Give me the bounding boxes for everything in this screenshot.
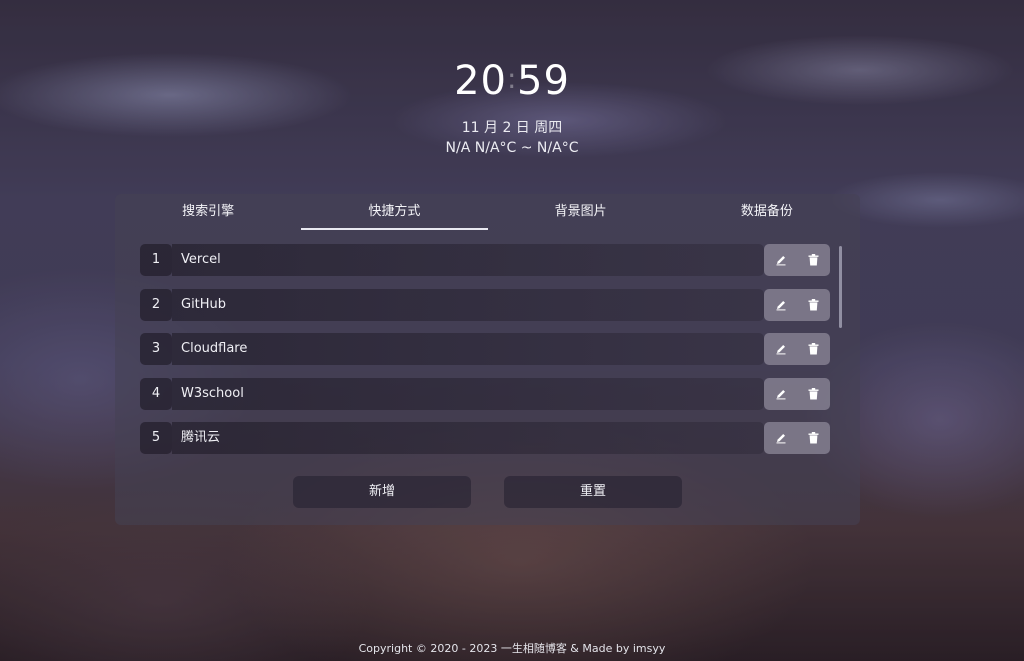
delete-button[interactable] — [797, 422, 830, 454]
edit-button[interactable] — [764, 289, 797, 321]
shortcut-name[interactable]: Cloudflare — [172, 333, 764, 365]
delete-button[interactable] — [797, 244, 830, 276]
shortcut-actions — [764, 378, 830, 410]
shortcut-name[interactable]: GitHub — [172, 289, 764, 321]
shortcut-actions — [764, 289, 830, 321]
shortcut-name[interactable]: Vercel — [172, 244, 764, 276]
edit-button[interactable] — [764, 244, 797, 276]
trash-icon — [808, 432, 819, 444]
trash-icon — [808, 343, 819, 355]
edit-pencil-icon — [776, 390, 785, 400]
delete-button[interactable] — [797, 289, 830, 321]
clock-minutes: 59 — [517, 58, 570, 104]
shortcut-row: 2 GitHub — [140, 289, 830, 321]
shortcut-actions — [764, 333, 830, 365]
edit-button[interactable] — [764, 422, 797, 454]
clock-hours: 20 — [454, 58, 507, 104]
shortcut-index: 2 — [140, 289, 172, 321]
delete-button[interactable] — [797, 378, 830, 410]
shortcut-actions — [764, 244, 830, 276]
trash-icon — [808, 388, 819, 400]
delete-button[interactable] — [797, 333, 830, 365]
tab-data-backup[interactable]: 数据备份 — [674, 194, 860, 229]
edit-button[interactable] — [764, 378, 797, 410]
list-scrollbar[interactable] — [839, 246, 842, 328]
edit-pencil-icon — [776, 345, 785, 355]
copyright-footer: Copyright © 2020 - 2023 一生相随博客 & Made by… — [358, 642, 666, 655]
shortcut-row: 5 腾讯云 — [140, 422, 830, 454]
reset-button[interactable]: 重置 — [504, 476, 682, 508]
shortcut-index: 1 — [140, 244, 172, 276]
edit-button[interactable] — [764, 333, 797, 365]
edit-pencil-icon — [776, 301, 785, 311]
shortcut-name[interactable]: 腾讯云 — [172, 422, 764, 454]
edit-pencil-icon — [776, 434, 785, 444]
settings-tabs: 搜索引擎 快捷方式 背景图片 数据备份 — [115, 194, 860, 230]
shortcut-index: 5 — [140, 422, 172, 454]
trash-icon — [808, 254, 819, 266]
shortcut-row: 4 W3school — [140, 378, 830, 410]
shortcut-row: 1 Vercel — [140, 244, 830, 276]
clock-separator: : — [507, 62, 518, 95]
settings-panel: 搜索引擎 快捷方式 背景图片 数据备份 1 Vercel 2 GitHub 3 … — [115, 194, 860, 525]
add-shortcut-button[interactable]: 新增 — [293, 476, 471, 508]
shortcut-actions — [764, 422, 830, 454]
clock: 20:59 — [0, 58, 1024, 104]
edit-pencil-icon — [776, 256, 785, 266]
date-text: 11 月 2 日 周四 — [461, 120, 563, 136]
weather-text: N/A N/A°C ~ N/A°C — [445, 140, 579, 156]
tab-search-engine[interactable]: 搜索引擎 — [115, 194, 301, 229]
shortcut-name[interactable]: W3school — [172, 378, 764, 410]
trash-icon — [808, 299, 819, 311]
shortcut-index: 4 — [140, 378, 172, 410]
shortcut-index: 3 — [140, 333, 172, 365]
shortcut-row: 3 Cloudflare — [140, 333, 830, 365]
tab-shortcuts[interactable]: 快捷方式 — [301, 194, 488, 230]
tab-background[interactable]: 背景图片 — [488, 194, 674, 229]
